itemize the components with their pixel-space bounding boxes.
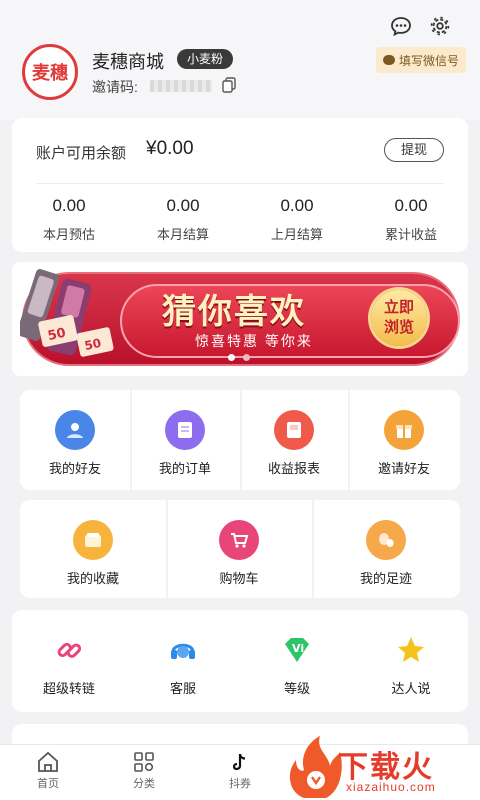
nav-label: 分类	[133, 778, 155, 790]
role-badge: 小麦粉	[177, 49, 234, 69]
stat-label: 本月结算	[156, 227, 209, 242]
stat-value: 0.00	[280, 196, 314, 215]
orders-icon	[165, 410, 205, 450]
nav-label: 首页	[37, 778, 59, 790]
stat-month-estimate[interactable]: 0.00 本月预估	[24, 196, 114, 243]
stat-last-month-settled[interactable]: 0.00 上月结算	[252, 196, 342, 243]
invite-code-blurred	[150, 80, 212, 92]
stat-value: 0.00	[166, 196, 200, 215]
menu-label: 等级	[283, 681, 310, 696]
menu-my-footprints[interactable]: 我的足迹	[312, 520, 460, 587]
settings-gear-icon[interactable]	[429, 15, 451, 37]
fill-wechat-label: 填写微信号	[398, 53, 459, 68]
menu-super-link[interactable]: 超级转链	[12, 630, 126, 697]
stat-value: 0.00	[394, 196, 428, 215]
tiktok-icon	[232, 753, 246, 771]
stat-value: 0.00	[52, 196, 86, 215]
link-icon	[49, 630, 89, 670]
home-icon	[38, 751, 58, 772]
stat-label: 上月结算	[270, 227, 323, 242]
shop-logo[interactable]: 麦穗	[22, 44, 78, 100]
nav-douyin-coupons[interactable]: 抖券	[210, 751, 270, 791]
cart-icon	[219, 520, 259, 560]
banner-pagination	[228, 354, 250, 361]
message-icon[interactable]	[390, 16, 412, 36]
cta-line: 浏览	[383, 319, 414, 336]
menu-card-primary: 我的好友 我的订单 收益报表 邀请好友	[20, 390, 460, 490]
menu-my-orders[interactable]: 我的订单	[130, 410, 240, 477]
menu-label: 超级转链	[42, 681, 95, 696]
menu-shopping-cart[interactable]: 购物车	[166, 520, 312, 587]
cta-line: 立即	[383, 299, 414, 316]
menu-label: 我的好友	[48, 461, 101, 476]
copy-icon[interactable]	[222, 77, 236, 93]
balance-card: 账户可用余额 ¥0.00 提现 0.00 本月预估 0.00 本月结算 0.00…	[12, 118, 468, 252]
menu-my-favorites[interactable]: 我的收藏	[20, 520, 166, 587]
menu-label: 客服	[169, 681, 196, 696]
vip-diamond-icon: Vi	[277, 630, 317, 670]
menu-influencer-says[interactable]: 达人说	[354, 630, 468, 697]
pagination-dot	[243, 354, 250, 361]
stat-total-earnings[interactable]: 0.00 累计收益	[366, 196, 456, 243]
menu-my-friends[interactable]: 我的好友	[20, 410, 130, 477]
category-icon	[134, 752, 154, 772]
divider	[36, 183, 444, 184]
gift-icon	[384, 410, 424, 450]
shop-name: 麦穗商城	[92, 52, 164, 72]
svg-text:Vi: Vi	[292, 642, 304, 655]
stat-label: 本月预估	[42, 227, 95, 242]
banner-browse-button[interactable]: 立即 浏览	[371, 290, 427, 346]
banner-subtitle: 惊喜特惠 等你来	[195, 333, 313, 349]
menu-label: 邀请好友	[377, 461, 430, 476]
invite-code-label: 邀请码:	[92, 79, 138, 95]
nav-category[interactable]: 分类	[114, 751, 174, 791]
menu-label: 达人说	[391, 681, 431, 696]
nav-home[interactable]: 首页	[18, 751, 78, 791]
menu-invite-friends[interactable]: 邀请好友	[348, 410, 460, 477]
menu-card-secondary: 我的收藏 购物车 我的足迹	[20, 500, 460, 598]
menu-label: 购物车	[219, 571, 259, 586]
wechat-icon	[382, 55, 395, 65]
withdraw-button[interactable]: 提现	[384, 138, 444, 162]
wallet-icon	[73, 520, 113, 560]
menu-earnings-report[interactable]: 收益报表	[240, 410, 348, 477]
menu-label: 我的足迹	[359, 571, 412, 586]
stat-month-settled[interactable]: 0.00 本月结算	[138, 196, 228, 243]
cosmetics-coupon-illustration: 50 50	[20, 269, 114, 357]
report-icon	[274, 410, 314, 450]
menu-card-tools: 超级转链 客服 Vi 等级 达人说	[12, 610, 468, 712]
fill-wechat-button[interactable]: 填写微信号	[376, 47, 466, 73]
friends-icon	[55, 410, 95, 450]
star-icon	[391, 630, 431, 670]
footprint-icon	[366, 520, 406, 560]
menu-label: 我的订单	[158, 461, 211, 476]
nav-label: 抖券	[229, 778, 251, 790]
menu-customer-service[interactable]: 客服	[126, 630, 240, 697]
menu-label: 我的收藏	[66, 571, 119, 586]
banner-title: 猜你喜欢	[162, 293, 306, 331]
headset-icon	[163, 630, 203, 670]
watermark-url: xiazaihuo.com	[346, 780, 436, 794]
menu-level[interactable]: Vi 等级	[240, 630, 354, 697]
profile-header: 麦穗 麦穗商城 小麦粉 邀请码: 填写微信号	[0, 0, 480, 120]
stat-label: 累计收益	[384, 227, 437, 242]
menu-label: 收益报表	[267, 461, 320, 476]
pagination-dot-active	[228, 354, 235, 361]
balance-label: 账户可用余额	[36, 145, 127, 162]
balance-value: ¥0.00	[146, 138, 194, 159]
